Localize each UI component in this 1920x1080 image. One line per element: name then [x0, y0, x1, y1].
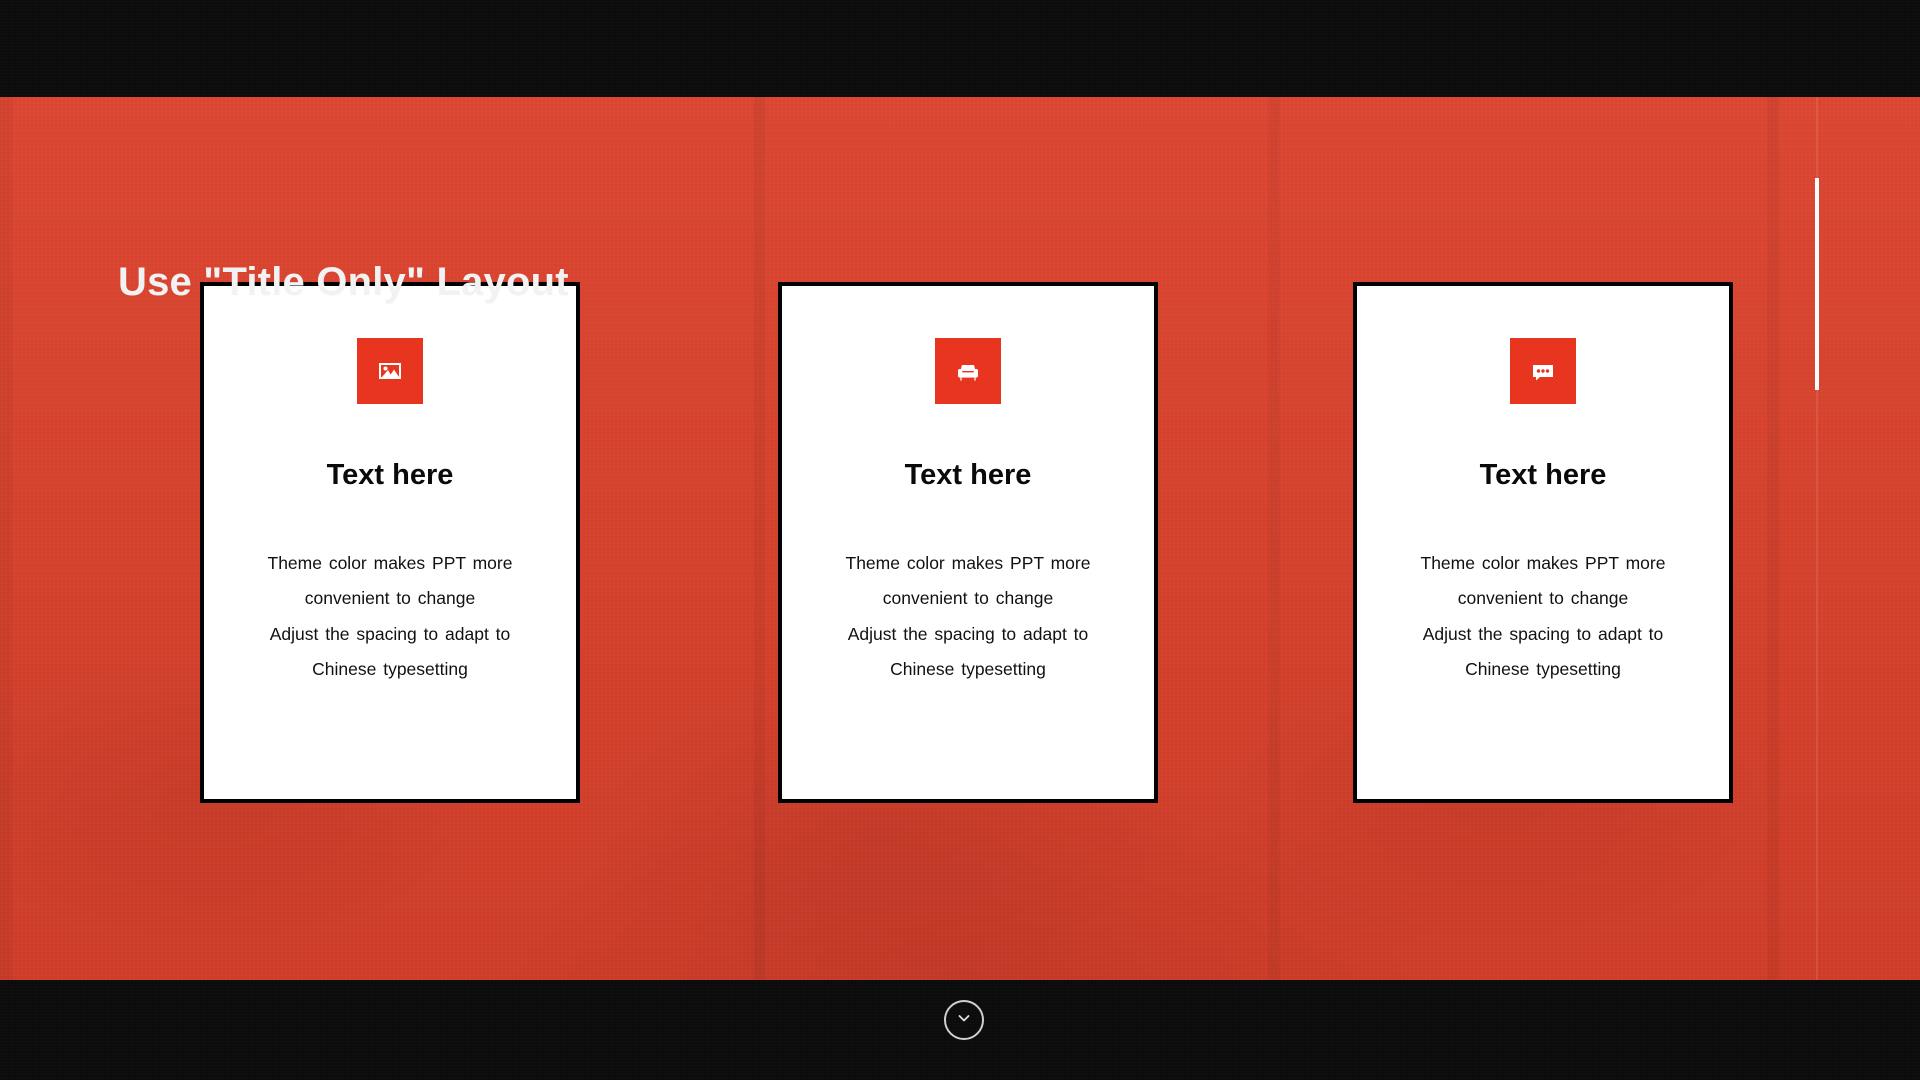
card-body-line: Adjust the spacing to adapt to	[269, 623, 511, 644]
card-body-line: convenient to change	[1457, 588, 1629, 609]
image-icon	[357, 338, 423, 404]
chat-bubble-icon	[1510, 338, 1576, 404]
scroll-down-button[interactable]	[944, 1000, 984, 1040]
card-body-line: Theme color makes PPT more	[1420, 553, 1666, 573]
content-card[interactable]: Text here Theme color makes PPT more con…	[1353, 282, 1733, 803]
card-body: Theme color makes PPT more convenient to…	[813, 546, 1123, 687]
card-body-line: Chinese typesetting	[890, 659, 1046, 680]
armchair-icon	[935, 338, 1001, 404]
card-body-line: Adjust the spacing to adapt to	[847, 623, 1089, 644]
card-body: Theme color makes PPT more convenient to…	[235, 546, 545, 687]
chevron-down-icon	[955, 1009, 973, 1032]
card-body-line: convenient to change	[304, 588, 476, 609]
content-card[interactable]: Text here Theme color makes PPT more con…	[200, 282, 580, 803]
card-body: Theme color makes PPT more convenient to…	[1388, 546, 1698, 687]
card-body-line: convenient to change	[882, 588, 1054, 609]
card-body-line: Chinese typesetting	[312, 659, 468, 680]
card-body-line: Theme color makes PPT more	[845, 553, 1091, 573]
card-title: Text here	[326, 459, 454, 491]
card-body-line: Theme color makes PPT more	[267, 553, 513, 573]
card-row: Text here Theme color makes PPT more con…	[0, 0, 1920, 883]
slide-stage: Use "Title Only" Layout Text here Theme …	[0, 0, 1920, 1080]
content-card[interactable]: Text here Theme color makes PPT more con…	[778, 282, 1158, 803]
card-body-line: Adjust the spacing to adapt to	[1422, 623, 1664, 644]
card-body-line: Chinese typesetting	[1465, 659, 1621, 680]
scrollbar-thumb[interactable]	[1815, 178, 1819, 390]
card-title: Text here	[1479, 459, 1607, 491]
card-title: Text here	[904, 459, 1032, 491]
page-title: Use "Title Only" Layout	[118, 260, 569, 304]
